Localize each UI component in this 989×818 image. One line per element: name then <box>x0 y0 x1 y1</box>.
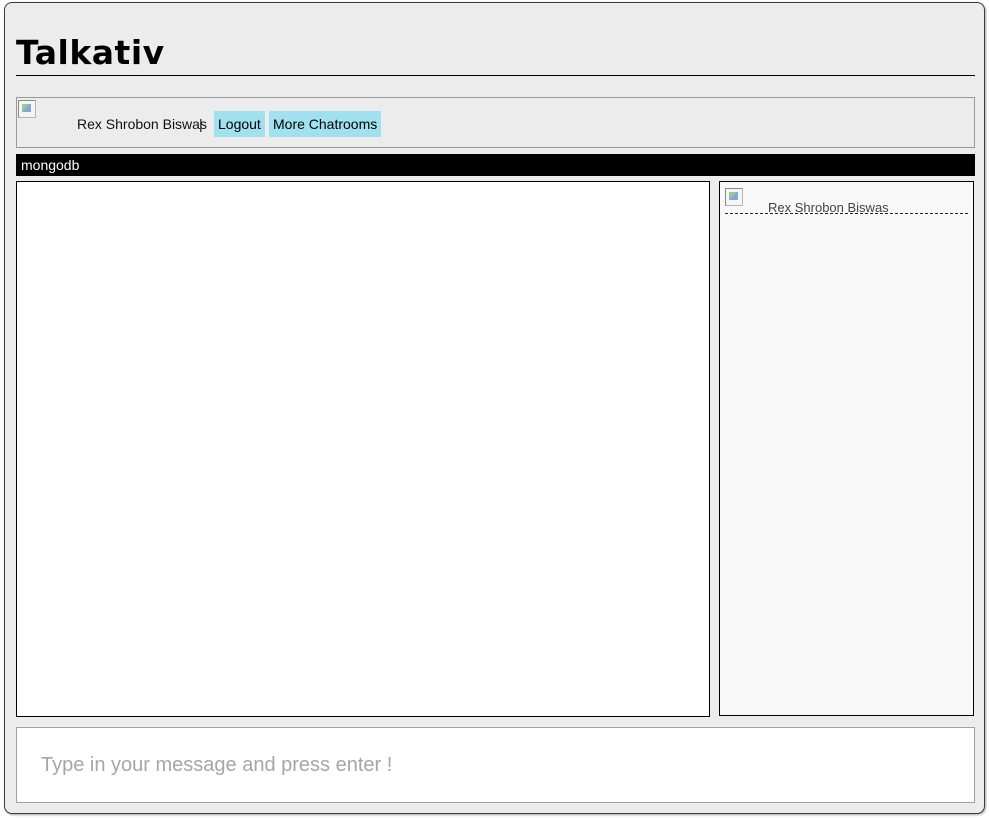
user-avatar-icon <box>18 100 36 118</box>
user-bar-separator: | <box>199 116 203 132</box>
more-chatrooms-button[interactable]: More Chatrooms <box>269 111 382 137</box>
online-users-panel[interactable]: Rex Shrobon Biswas <box>719 181 974 716</box>
message-input[interactable] <box>16 727 975 803</box>
current-user-name: Rex Shrobon Biswas <box>77 116 207 132</box>
title-divider <box>16 75 975 76</box>
online-user-avatar-icon <box>725 188 743 206</box>
user-bar: Rex Shrobon Biswas | Logout More Chatroo… <box>16 97 975 148</box>
message-list[interactable] <box>16 181 710 717</box>
online-user-name: Rex Shrobon Biswas <box>768 200 889 215</box>
chatroom-name-bar: mongodb <box>16 154 975 176</box>
online-user-item[interactable]: Rex Shrobon Biswas <box>725 188 968 215</box>
logout-button[interactable]: Logout <box>214 111 265 137</box>
app-window: Talkativ Rex Shrobon Biswas | Logout Mor… <box>4 2 985 814</box>
app-title: Talkativ <box>16 33 165 72</box>
